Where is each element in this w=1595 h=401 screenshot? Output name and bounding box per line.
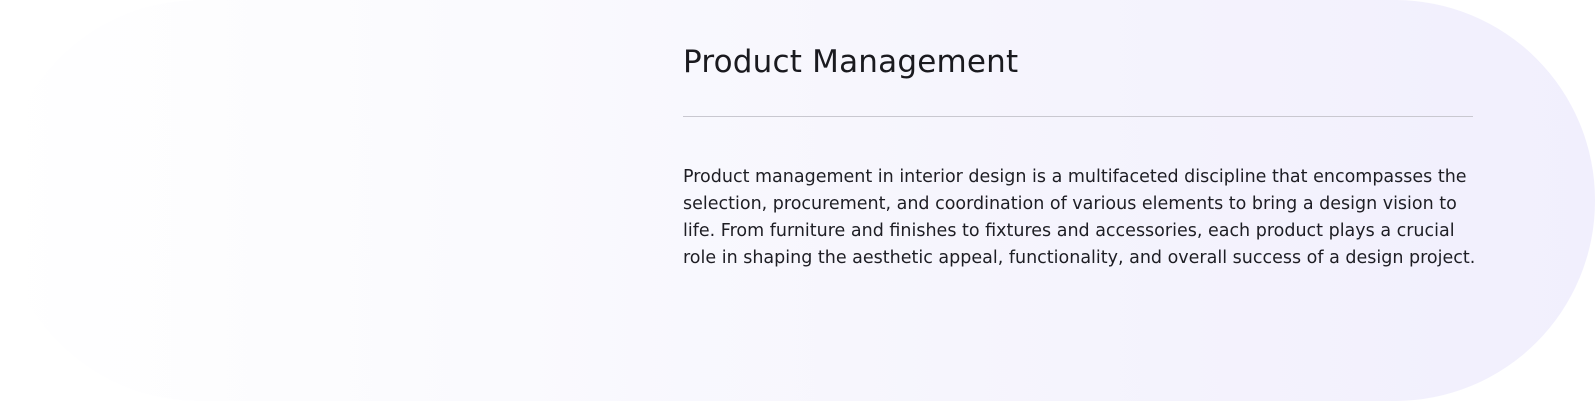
section-description: Product management in interior design is… [683,167,1476,268]
product-management-card: Product Management Product management in… [0,0,1595,401]
title-divider [683,116,1473,117]
card-content: Product Management Product management in… [683,42,1483,268]
section-title: Product Management [683,44,1019,80]
